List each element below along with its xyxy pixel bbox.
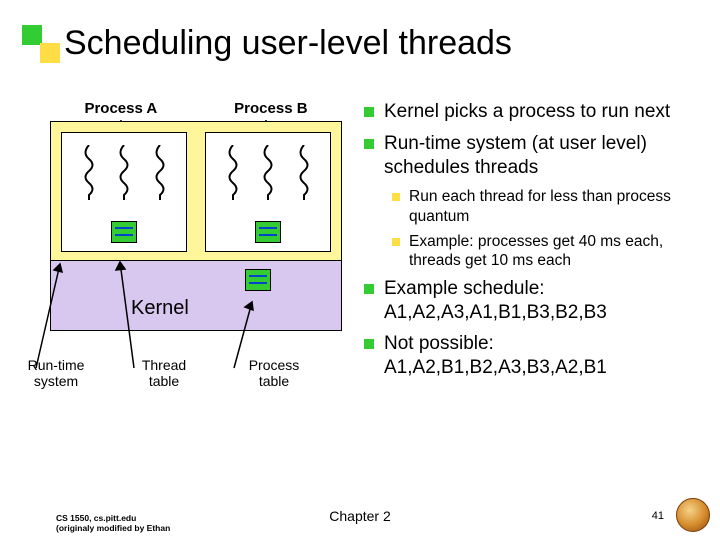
- bullet-3-text: Example schedule: A1,A2,A3,A1,B1,B3,B2,B…: [384, 277, 700, 325]
- title-decoration: [22, 25, 60, 63]
- thread-table-b: [255, 221, 281, 243]
- slide-title: Scheduling user-level threads: [64, 24, 512, 63]
- footer-chapter: Chapter 2: [329, 508, 390, 524]
- bullet-2: Run-time system (at user level) schedule…: [364, 132, 700, 180]
- user-space-box: [50, 121, 342, 261]
- sub-bullet-marker: [392, 238, 400, 246]
- bullet-list: Kernel picks a process to run next Run-t…: [364, 100, 700, 388]
- slide-title-row: Scheduling user-level threads: [22, 24, 512, 63]
- bullet-2b-text: Example: processes get 40 ms each, threa…: [409, 232, 700, 271]
- sub-bullet-marker: [392, 193, 400, 201]
- bullet-marker: [364, 139, 374, 149]
- footer-page-number: 41: [652, 510, 664, 522]
- bullet-2b: Example: processes get 40 ms each, threa…: [392, 232, 700, 271]
- diagram-area: Process A Process B Kernel: [46, 100, 346, 389]
- bullet-1: Kernel picks a process to run next: [364, 100, 700, 124]
- bullet-2a: Run each thread for less than process qu…: [392, 187, 700, 226]
- bullet-3: Example schedule: A1,A2,A3,A1,B1,B3,B2,B…: [364, 277, 700, 325]
- threads-a: [62, 145, 186, 200]
- bullet-2-text: Run-time system (at user level) schedule…: [384, 132, 700, 180]
- bullet-marker: [364, 339, 374, 349]
- threads-b: [206, 145, 330, 200]
- footer-left: CS 1550, cs.pitt.edu (originaly modified…: [56, 514, 170, 534]
- bullet-4-text: Not possible: A1,A2,B1,B2,A3,B3,A2,B1: [384, 332, 700, 380]
- process-a-box: [61, 132, 187, 252]
- label-process-a: Process A: [84, 100, 157, 117]
- bullet-2a-text: Run each thread for less than process qu…: [409, 187, 700, 226]
- footer-left-line2: (originaly modified by Ethan: [56, 524, 170, 534]
- seal-icon: [676, 498, 710, 532]
- bullet-4: Not possible: A1,A2,B1,B2,A3,B3,A2,B1: [364, 332, 700, 380]
- label-pointer-lines: [16, 260, 376, 380]
- bullet-marker: [364, 107, 374, 117]
- label-process-b: Process B: [234, 100, 307, 117]
- thread-table-a: [111, 221, 137, 243]
- bullet-marker: [364, 284, 374, 294]
- bullet-1-text: Kernel picks a process to run next: [384, 100, 670, 124]
- process-b-box: [205, 132, 331, 252]
- sub-bullets: Run each thread for less than process qu…: [392, 187, 700, 271]
